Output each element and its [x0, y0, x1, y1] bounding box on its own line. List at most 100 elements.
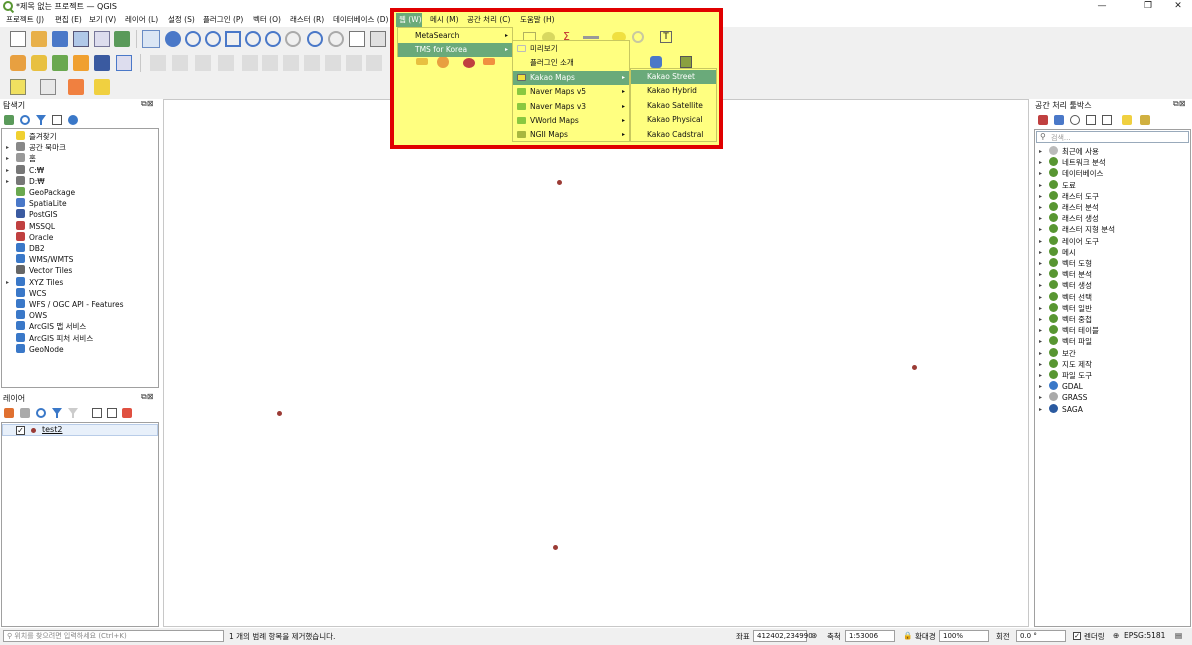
- add-raster-layer-icon[interactable]: [94, 55, 110, 71]
- render-checkbox[interactable]: ✓: [1073, 632, 1081, 640]
- paste-features-icon[interactable]: [346, 55, 362, 71]
- map-point[interactable]: [553, 545, 558, 550]
- browser-item[interactable]: PostGIS: [16, 209, 57, 220]
- browser-item[interactable]: GeoNode: [16, 343, 64, 355]
- add-group-icon[interactable]: [20, 408, 30, 418]
- map-canvas[interactable]: [163, 99, 1029, 627]
- map-point[interactable]: [912, 365, 917, 370]
- history-icon[interactable]: [1070, 115, 1080, 125]
- filter-icon[interactable]: [36, 115, 46, 125]
- filter-expression-icon[interactable]: [68, 408, 78, 418]
- processing-item[interactable]: ▸ GRASS: [1039, 392, 1087, 403]
- zoom-native-icon[interactable]: [285, 31, 301, 47]
- processing-item[interactable]: ▸ 벡터 일반: [1039, 302, 1092, 314]
- style-manager-icon[interactable]: [114, 31, 130, 47]
- expand-arrow-icon[interactable]: ▸: [1039, 213, 1042, 224]
- select-features-icon[interactable]: [68, 79, 84, 95]
- map-point[interactable]: [557, 180, 562, 185]
- expand-arrow-icon[interactable]: ▸: [1039, 269, 1042, 280]
- modify-attributes-icon[interactable]: [262, 55, 278, 71]
- processing-item[interactable]: ▸ GDAL: [1039, 381, 1083, 392]
- remove-layer-icon[interactable]: [122, 408, 132, 418]
- expand-arrow-icon[interactable]: ▸: [6, 277, 9, 288]
- settings-icon[interactable]: [1140, 115, 1150, 125]
- lock-scale-icon[interactable]: 🔒: [903, 631, 912, 640]
- panel-float-close-icon[interactable]: ⧉⊠: [141, 392, 153, 402]
- expand-arrow-icon[interactable]: ▸: [1039, 236, 1042, 247]
- processing-item[interactable]: ▸ 래스터 지형 분석: [1039, 224, 1115, 235]
- add-selected-layers-icon[interactable]: [4, 115, 14, 125]
- expand-arrow-icon[interactable]: ▸: [1039, 146, 1042, 157]
- new-geopackage-icon[interactable]: [31, 55, 47, 71]
- expand-arrow-icon[interactable]: ▸: [1039, 202, 1042, 213]
- expand-arrow-icon[interactable]: ▸: [1039, 191, 1042, 202]
- locator-search-input[interactable]: ⚲ 위치를 찾으려면 입력하세요 (Ctrl+K): [3, 630, 224, 642]
- processing-item[interactable]: ▸ 보간: [1039, 347, 1076, 359]
- expand-arrow-icon[interactable]: ▸: [1039, 381, 1042, 392]
- identify-features-icon[interactable]: [10, 79, 26, 95]
- processing-item[interactable]: ▸ 지도 제작: [1039, 358, 1092, 370]
- menu-settings[interactable]: 설정 (S): [168, 14, 195, 25]
- scale-combo[interactable]: 1:53006: [845, 630, 895, 642]
- menu-database[interactable]: 데이터베이스 (D): [333, 14, 388, 25]
- collapse-all-icon[interactable]: [52, 115, 62, 125]
- zoom-to-selection-icon[interactable]: [245, 31, 261, 47]
- expand-arrow-icon[interactable]: ▸: [1039, 280, 1042, 291]
- zoom-full-icon[interactable]: [225, 31, 241, 47]
- browser-item[interactable]: MSSQL: [16, 220, 55, 232]
- browser-item[interactable]: ArcGIS 피처 서비스: [16, 332, 93, 344]
- deselect-features-icon[interactable]: [94, 79, 110, 95]
- expand-arrow-icon[interactable]: ▸: [6, 165, 9, 176]
- processing-item[interactable]: ▸ SAGA: [1039, 403, 1083, 415]
- expand-arrow-icon[interactable]: ▸: [1039, 303, 1042, 314]
- browser-item[interactable]: Oracle: [16, 231, 53, 243]
- expand-arrow-icon[interactable]: ▸: [1039, 157, 1042, 168]
- menu-vector[interactable]: 벡터 (O): [253, 14, 281, 25]
- models-icon[interactable]: [1038, 115, 1048, 125]
- processing-search-input[interactable]: ⚲ 검색...: [1036, 131, 1189, 143]
- pan-to-selection-icon[interactable]: [165, 31, 181, 47]
- add-wms-layer-icon[interactable]: [116, 55, 132, 71]
- copy-features-icon[interactable]: [325, 55, 341, 71]
- layer-row[interactable]: ✓ test2: [2, 424, 158, 436]
- results-viewer-icon[interactable]: [1086, 115, 1096, 125]
- zoom-to-layer-icon[interactable]: [265, 31, 281, 47]
- panel-float-close-icon[interactable]: ⧉⊠: [1173, 99, 1185, 109]
- expand-arrow-icon[interactable]: ▸: [1039, 292, 1042, 303]
- menu-plugins[interactable]: 플러그인 (P): [203, 14, 243, 25]
- browser-item[interactable]: Vector Tiles: [16, 265, 72, 276]
- zoom-last-icon[interactable]: [307, 31, 323, 47]
- processing-item[interactable]: ▸ 래스터 도구: [1039, 190, 1099, 202]
- processing-item[interactable]: ▸ 벡터 중첩: [1039, 314, 1092, 325]
- processing-item[interactable]: ▸ 도료: [1039, 179, 1076, 191]
- browser-item[interactable]: WMS/WMTS: [16, 254, 73, 265]
- browser-item[interactable]: ArcGIS 맵 서비스: [16, 321, 86, 332]
- pan-hand-icon[interactable]: [142, 30, 160, 48]
- expand-arrow-icon[interactable]: ▸: [1039, 370, 1042, 381]
- expand-arrow-icon[interactable]: ▸: [6, 153, 9, 164]
- filter-legend-icon[interactable]: [52, 408, 62, 418]
- refresh-icon[interactable]: [20, 115, 30, 125]
- expand-arrow-icon[interactable]: ▸: [1039, 314, 1042, 325]
- collapse-all-icon[interactable]: [107, 408, 117, 418]
- processing-item[interactable]: ▸ 데이터베이스: [1039, 168, 1103, 179]
- in-place-edit-icon[interactable]: [1102, 115, 1112, 125]
- add-vector-layer-icon[interactable]: [52, 55, 68, 71]
- processing-item[interactable]: ▸ 벡터 파일: [1039, 336, 1092, 347]
- expand-arrow-icon[interactable]: ▸: [1039, 359, 1042, 370]
- layer-visibility-checkbox[interactable]: ✓: [16, 426, 25, 435]
- open-project-icon[interactable]: [31, 31, 47, 47]
- toggle-editing-icon[interactable]: [172, 55, 188, 71]
- magnifier-spinbox[interactable]: 100%: [939, 630, 989, 642]
- minimize-button[interactable]: —: [1090, 0, 1114, 13]
- vertex-tool-icon[interactable]: [242, 55, 258, 71]
- processing-item[interactable]: ▸ 벡터 분석: [1039, 269, 1092, 280]
- expand-arrow-icon[interactable]: ▸: [1039, 258, 1042, 269]
- expand-arrow-icon[interactable]: ▸: [1039, 404, 1042, 415]
- processing-item[interactable]: ▸ 레이어 도구: [1039, 235, 1099, 247]
- expand-arrow-icon[interactable]: ▸: [1039, 325, 1042, 336]
- browser-item[interactable]: ▸ C:₩: [6, 164, 44, 176]
- scripts-icon[interactable]: [1054, 115, 1064, 125]
- processing-item[interactable]: ▸ 벡터 테이블: [1039, 325, 1099, 336]
- expand-arrow-icon[interactable]: ▸: [1039, 180, 1042, 191]
